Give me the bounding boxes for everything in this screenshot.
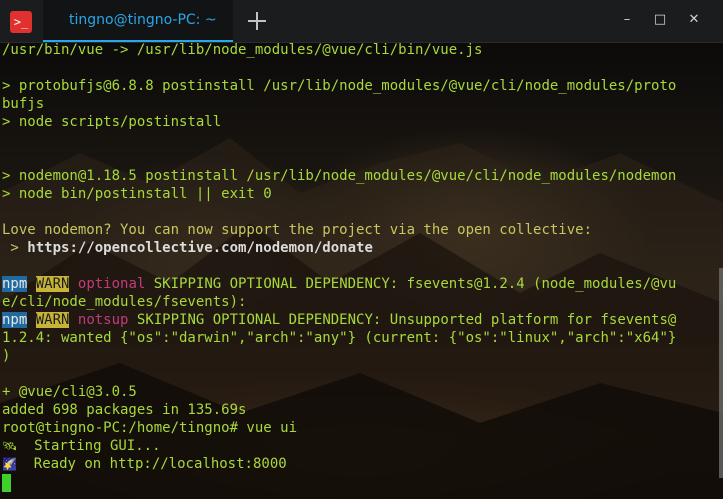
terminal-line: 1.2.4: wanted {"os":"darwin","arch":"any… bbox=[2, 330, 677, 346]
donate-link[interactable]: https://opencollective.com/nodemon/donat… bbox=[27, 240, 373, 256]
terminal-line-npm-warn: npm WARN notsup SKIPPING OPTIONAL DEPEND… bbox=[2, 311, 723, 329]
npm-label: npm bbox=[2, 312, 28, 328]
terminal-line-npm-warn: npm WARN optional SKIPPING OPTIONAL DEPE… bbox=[2, 275, 723, 293]
shooting-star-icon: 🌠 bbox=[2, 457, 17, 471]
terminal-line-donate: > https://opencollective.com/nodemon/don… bbox=[2, 239, 723, 257]
new-tab-plus-icon[interactable] bbox=[244, 8, 270, 34]
terminal-line: bufjs bbox=[2, 96, 45, 112]
warn-message: SKIPPING OPTIONAL DEPENDENCY: Unsupporte… bbox=[128, 312, 677, 328]
warn-badge: WARN bbox=[35, 312, 70, 328]
maximize-button[interactable]: □ bbox=[652, 12, 668, 28]
terminal-line: /usr/bin/vue -> /usr/lib/node_modules/@v… bbox=[2, 42, 483, 58]
warn-message: SKIPPING OPTIONAL DEPENDENCY: fsevents@1… bbox=[145, 276, 677, 292]
close-button[interactable]: ✕ bbox=[686, 12, 702, 28]
terminal-line-starting: 🛰 Starting GUI... bbox=[2, 437, 723, 455]
npm-label: npm bbox=[2, 276, 28, 292]
terminal-line: > nodemon@1.18.5 postinstall /usr/lib/no… bbox=[2, 168, 677, 184]
terminal-line: e/cli/node_modules/fsevents): bbox=[2, 294, 247, 310]
tab-terminal[interactable]: tingno@tingno-PC: ~ bbox=[43, 0, 233, 42]
terminal-line: > node scripts/postinstall bbox=[2, 114, 222, 130]
minimize-button[interactable]: – bbox=[619, 12, 635, 28]
starting-text: Starting GUI... bbox=[17, 438, 161, 454]
ready-text: Ready on http://localhost:8000 bbox=[16, 456, 287, 472]
terminal-cursor bbox=[2, 474, 11, 492]
terminal-line: > protobufjs@6.8.8 postinstall /usr/lib/… bbox=[2, 78, 677, 94]
warn-level: notsup bbox=[77, 312, 129, 328]
title-bar: >_ tingno@tingno-PC: ~ – □ ✕ bbox=[0, 0, 723, 43]
warn-level: optional bbox=[77, 276, 146, 292]
terminal-line: + @vue/cli@3.0.5 bbox=[2, 384, 137, 400]
satellite-icon: 🛰 bbox=[2, 439, 18, 453]
tab-title: tingno@tingno-PC: ~ bbox=[69, 12, 217, 28]
terminal-line: ) bbox=[2, 348, 11, 364]
terminal-line: Love nodemon? You can now support the pr… bbox=[2, 222, 593, 238]
terminal-line: added 698 packages in 135.69s bbox=[2, 402, 247, 418]
terminal-output[interactable]: /usr/bin/vue -> /usr/lib/node_modules/@v… bbox=[2, 41, 723, 473]
terminal-line-prompt: root@tingno-PC:/home/tingno# vue ui bbox=[2, 420, 298, 436]
terminal-app-icon[interactable]: >_ bbox=[10, 11, 32, 33]
warn-badge: WARN bbox=[35, 276, 70, 292]
scrollbar[interactable] bbox=[719, 268, 723, 478]
terminal-line: > node bin/postinstall || exit 0 bbox=[2, 186, 272, 202]
terminal-line-ready: 🌠 Ready on http://localhost:8000 bbox=[2, 455, 723, 473]
donate-prefix: > bbox=[2, 240, 28, 256]
